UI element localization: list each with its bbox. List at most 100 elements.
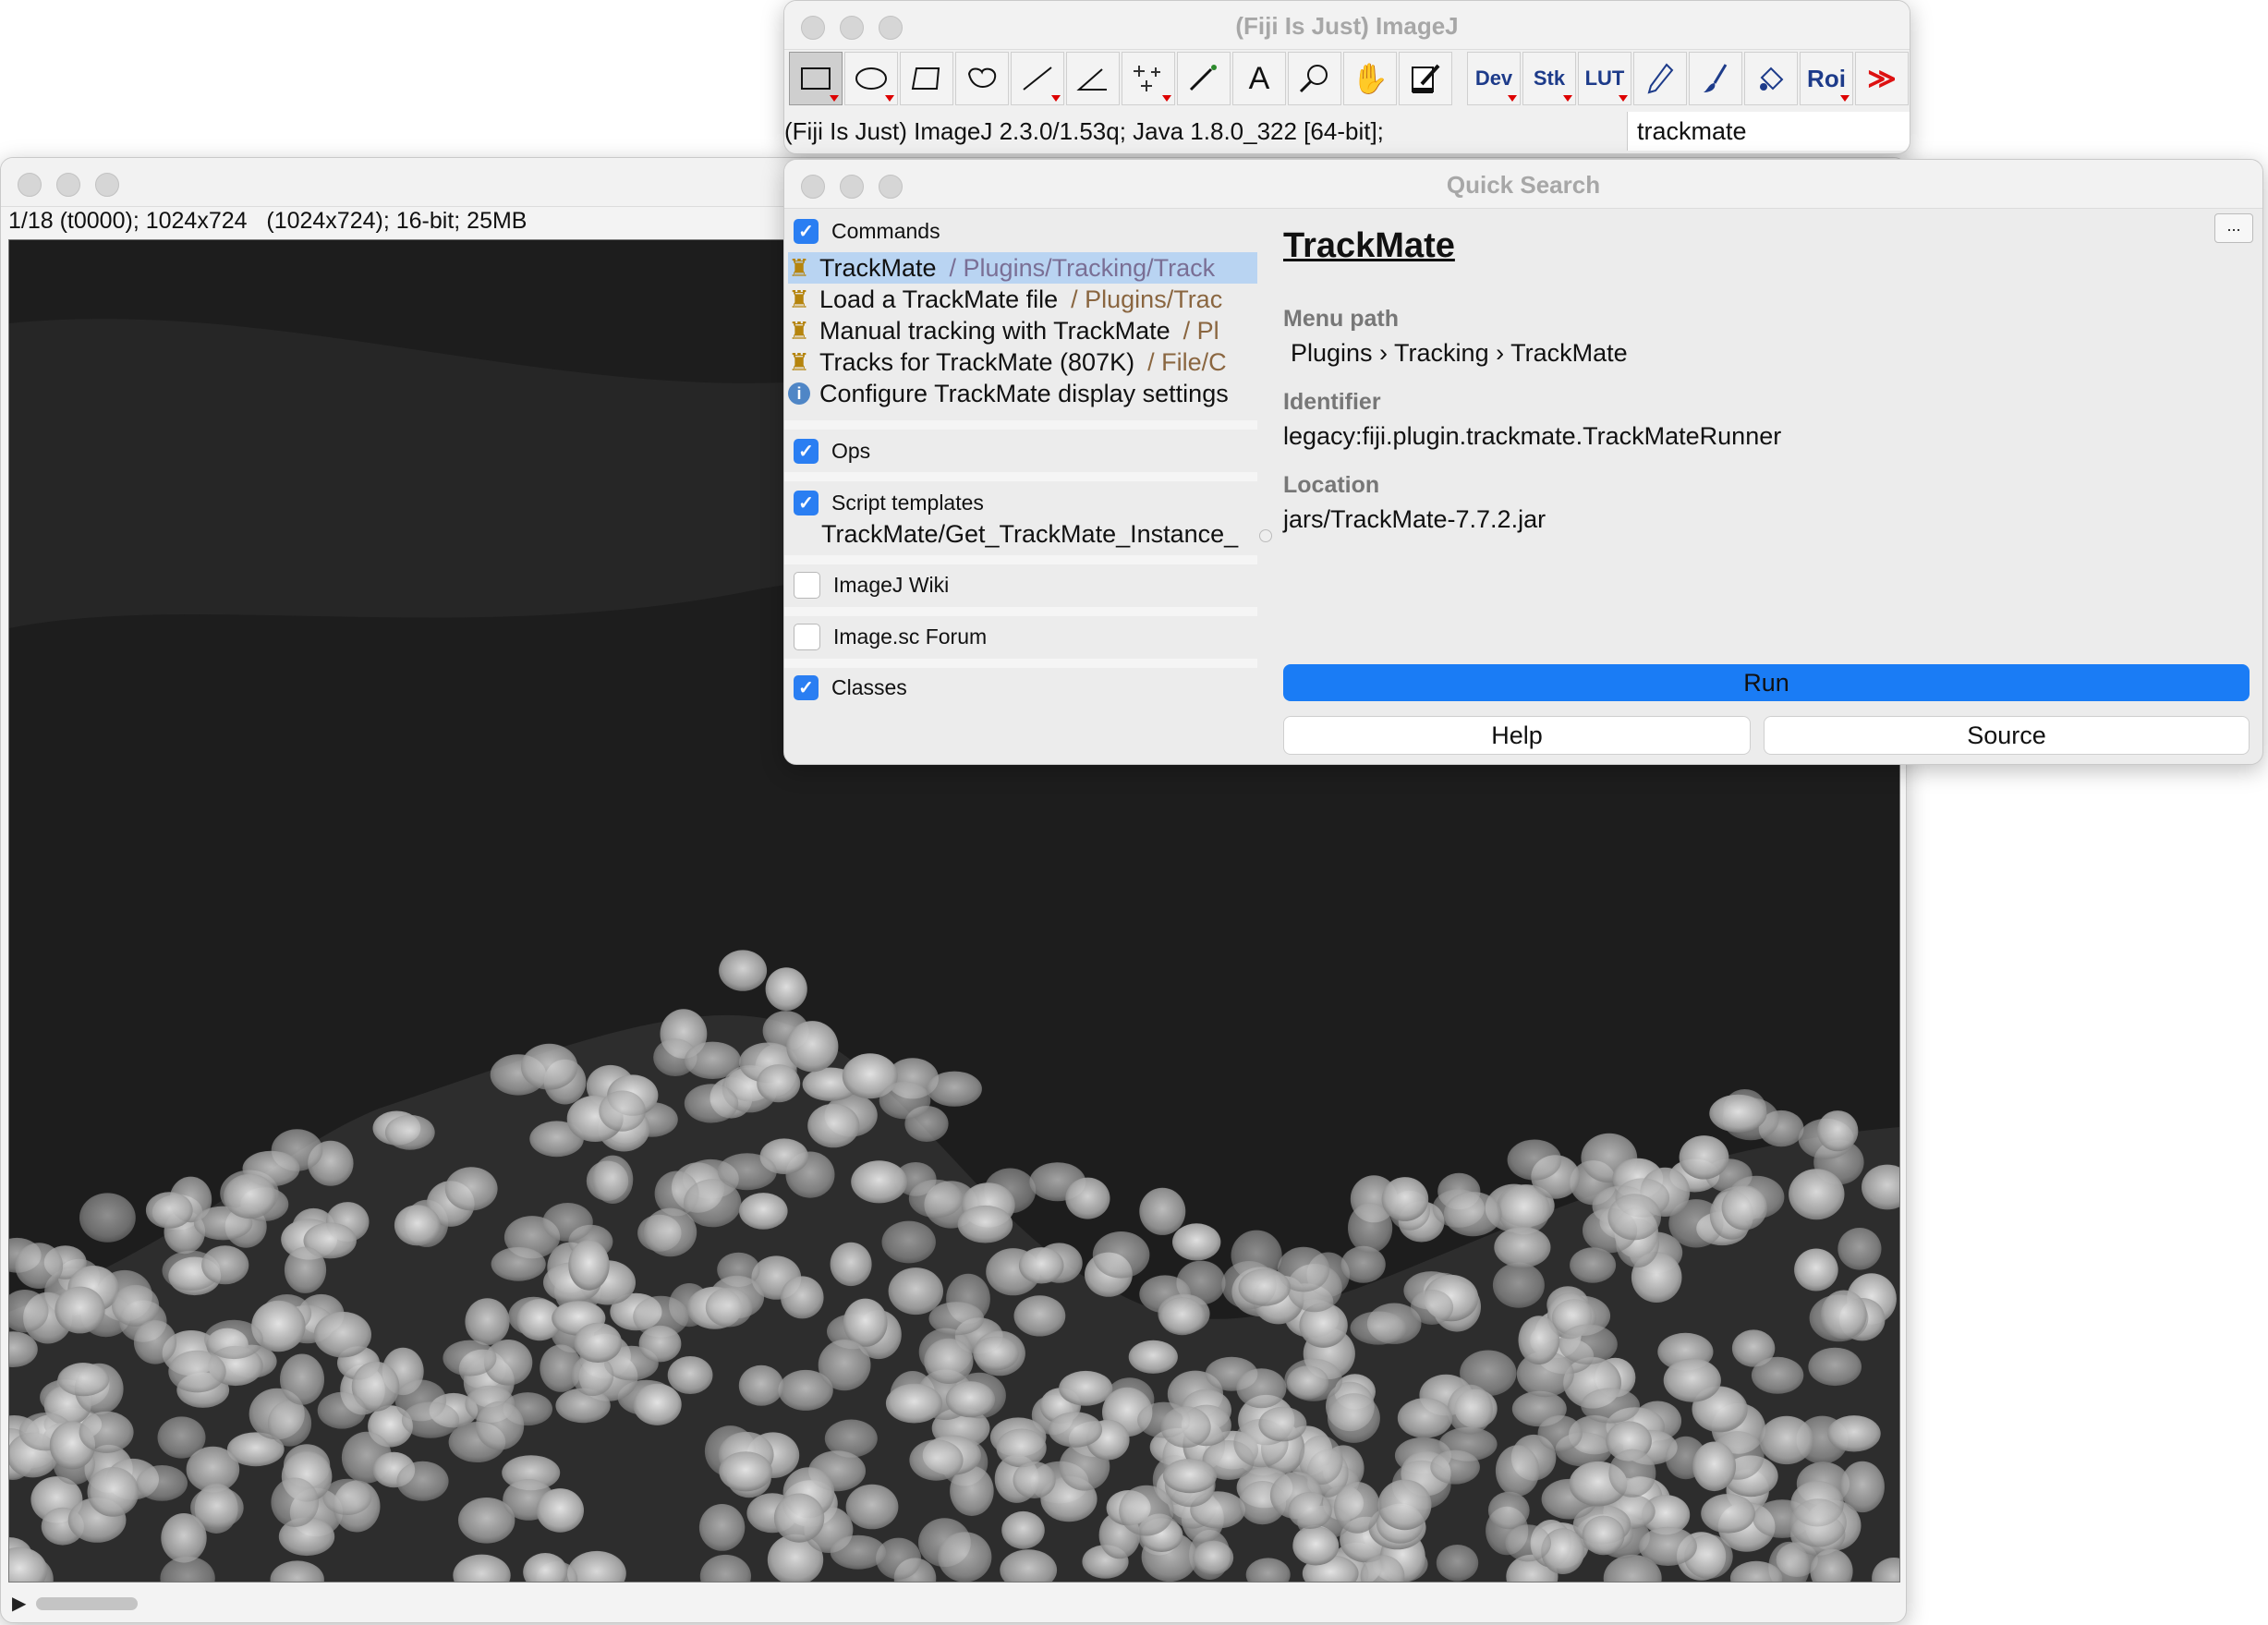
scrollbar-thumb[interactable] bbox=[36, 1597, 138, 1610]
wand-icon bbox=[1189, 65, 1217, 91]
divider bbox=[784, 472, 1257, 481]
section-ops-label: Ops bbox=[831, 439, 871, 463]
result-item[interactable]: TrackMate/Get_TrackMate_Instance_ bbox=[821, 518, 1257, 550]
microscope-icon: ♜ bbox=[788, 347, 810, 376]
more-options-button[interactable]: ... bbox=[2214, 213, 2253, 243]
lut-tool[interactable]: LUT bbox=[1578, 52, 1631, 105]
stk-tool[interactable]: Stk bbox=[1522, 52, 1576, 105]
roi-label: Roi bbox=[1807, 64, 1846, 92]
pencil-tool[interactable] bbox=[1633, 52, 1687, 105]
checkbox-ops[interactable]: ✓ bbox=[794, 439, 819, 464]
minimize-icon[interactable] bbox=[56, 173, 80, 197]
info-icon: i bbox=[788, 382, 810, 405]
freehand-tool[interactable] bbox=[955, 52, 1009, 105]
imagej-status: (Fiji Is Just) ImageJ 2.3.0/1.53q; Java … bbox=[784, 117, 1384, 145]
freehand-icon bbox=[967, 67, 997, 88]
point-icon bbox=[1134, 66, 1160, 91]
divider bbox=[784, 420, 1257, 430]
imagej-titlebar[interactable]: (Fiji Is Just) ImageJ bbox=[784, 1, 1910, 50]
checkbox-script-templates[interactable]: ✓ bbox=[794, 491, 819, 515]
result-item[interactable]: ♜ Manual tracking with TrackMate / Pl bbox=[788, 315, 1257, 346]
result-name: Manual tracking with TrackMate bbox=[819, 316, 1170, 345]
flood-fill-tool[interactable] bbox=[1744, 52, 1798, 105]
menu-path-value: Plugins › Tracking › TrackMate bbox=[1291, 339, 1628, 367]
section-commands[interactable]: ✓ Commands bbox=[794, 219, 940, 244]
microscope-icon: ♜ bbox=[788, 285, 810, 313]
dev-tool[interactable]: Dev bbox=[1467, 52, 1521, 105]
microscope-icon: ♜ bbox=[788, 253, 810, 282]
polygon-icon bbox=[911, 67, 940, 90]
location-value: jars/TrackMate-7.7.2.jar bbox=[1283, 505, 1546, 533]
magnifier-tool[interactable] bbox=[1288, 52, 1341, 105]
rectangle-icon bbox=[801, 67, 831, 90]
checkbox-imagesc-forum[interactable] bbox=[794, 624, 820, 650]
play-icon[interactable]: ▶ bbox=[12, 1592, 26, 1615]
line-tool[interactable] bbox=[1011, 52, 1064, 105]
run-button[interactable]: Run bbox=[1283, 664, 2250, 701]
menu-path-label: Menu path bbox=[1283, 306, 1399, 332]
splitter-handle[interactable] bbox=[1259, 529, 1272, 542]
results-panel: ✓ Commands ♜ TrackMate / Plugins/Trackin… bbox=[784, 210, 1257, 764]
result-name: Configure TrackMate display settings bbox=[819, 379, 1229, 407]
dropper-icon bbox=[1412, 64, 1440, 93]
result-path: / Plugins/Trac bbox=[1071, 285, 1223, 313]
quick-search-window: Quick Search ✓ Commands ♜ TrackMate / Pl… bbox=[783, 159, 2263, 765]
magnifier-icon bbox=[1299, 65, 1328, 93]
result-name: Tracks for TrackMate (807K) bbox=[819, 347, 1135, 376]
section-imagej-wiki-label: ImageJ Wiki bbox=[833, 573, 950, 597]
dev-label: Dev bbox=[1474, 67, 1513, 90]
result-item[interactable]: ♜ TrackMate / Plugins/Tracking/Track bbox=[788, 252, 1257, 284]
panel-splitter[interactable] bbox=[1257, 210, 1272, 764]
zoom-icon[interactable] bbox=[95, 173, 119, 197]
checkbox-commands[interactable]: ✓ bbox=[794, 219, 819, 244]
help-button[interactable]: Help bbox=[1283, 716, 1751, 755]
microscope-icon: ♜ bbox=[788, 316, 810, 345]
section-ops[interactable]: ✓ Ops bbox=[794, 439, 870, 464]
result-item[interactable]: ♜ Tracks for TrackMate (807K) / File/C bbox=[788, 346, 1257, 378]
section-imagesc-forum[interactable]: Image.sc Forum bbox=[794, 624, 987, 650]
search-input[interactable]: trackmate bbox=[1627, 112, 1910, 151]
divider bbox=[784, 607, 1257, 616]
wand-tool[interactable] bbox=[1177, 52, 1231, 105]
more-tools-button[interactable]: ≫ bbox=[1855, 52, 1909, 105]
roi-tool[interactable]: Roi bbox=[1800, 52, 1853, 105]
result-item[interactable]: i Configure TrackMate display settings bbox=[788, 378, 1257, 409]
checkbox-classes[interactable]: ✓ bbox=[794, 675, 819, 700]
lut-label: LUT bbox=[1584, 67, 1625, 90]
divider bbox=[784, 555, 1257, 564]
angle-icon bbox=[1076, 68, 1107, 91]
result-name: Load a TrackMate file bbox=[819, 285, 1059, 313]
double-chevron-right-icon: ≫ bbox=[1867, 63, 1897, 94]
divider bbox=[784, 659, 1257, 668]
section-imagesc-forum-label: Image.sc Forum bbox=[833, 625, 988, 649]
checkbox-imagej-wiki[interactable] bbox=[794, 572, 820, 599]
brush-tool[interactable] bbox=[1689, 52, 1742, 105]
dropper-tool[interactable] bbox=[1399, 52, 1452, 105]
brush-icon bbox=[1704, 64, 1728, 92]
result-item[interactable]: ♜ Load a TrackMate file / Plugins/Trac bbox=[788, 284, 1257, 315]
section-script-templates-label: Script templates bbox=[831, 491, 984, 515]
result-name: TrackMate/Get_TrackMate_Instance_ bbox=[821, 519, 1239, 548]
section-script-templates[interactable]: ✓ Script templates bbox=[794, 491, 984, 515]
result-name: TrackMate bbox=[819, 253, 937, 282]
flood-fill-icon bbox=[1760, 67, 1784, 91]
rectangle-tool[interactable] bbox=[789, 52, 843, 105]
source-button[interactable]: Source bbox=[1764, 716, 2250, 755]
section-classes[interactable]: ✓ Classes bbox=[794, 675, 907, 700]
imagej-window: (Fiji Is Just) ImageJ A ✋ Dev Stk LUT Ro… bbox=[783, 0, 1910, 154]
section-commands-label: Commands bbox=[831, 219, 940, 243]
section-imagej-wiki[interactable]: ImageJ Wiki bbox=[794, 572, 949, 599]
angle-tool[interactable] bbox=[1066, 52, 1120, 105]
point-tool[interactable] bbox=[1122, 52, 1175, 105]
detail-panel: TrackMate Menu path Plugins › Tracking ›… bbox=[1283, 210, 2262, 764]
polygon-tool[interactable] bbox=[900, 52, 953, 105]
quick-search-title: Quick Search bbox=[1446, 171, 1601, 199]
image-scrollbar[interactable]: ▶ bbox=[8, 1588, 1898, 1616]
section-classes-label: Classes bbox=[831, 675, 907, 699]
close-icon[interactable] bbox=[18, 173, 42, 197]
text-tool[interactable]: A bbox=[1232, 52, 1286, 105]
detail-title: TrackMate bbox=[1283, 226, 1455, 265]
quick-search-titlebar[interactable]: Quick Search bbox=[784, 160, 2262, 209]
oval-tool[interactable] bbox=[844, 52, 898, 105]
hand-tool[interactable]: ✋ bbox=[1343, 52, 1397, 105]
